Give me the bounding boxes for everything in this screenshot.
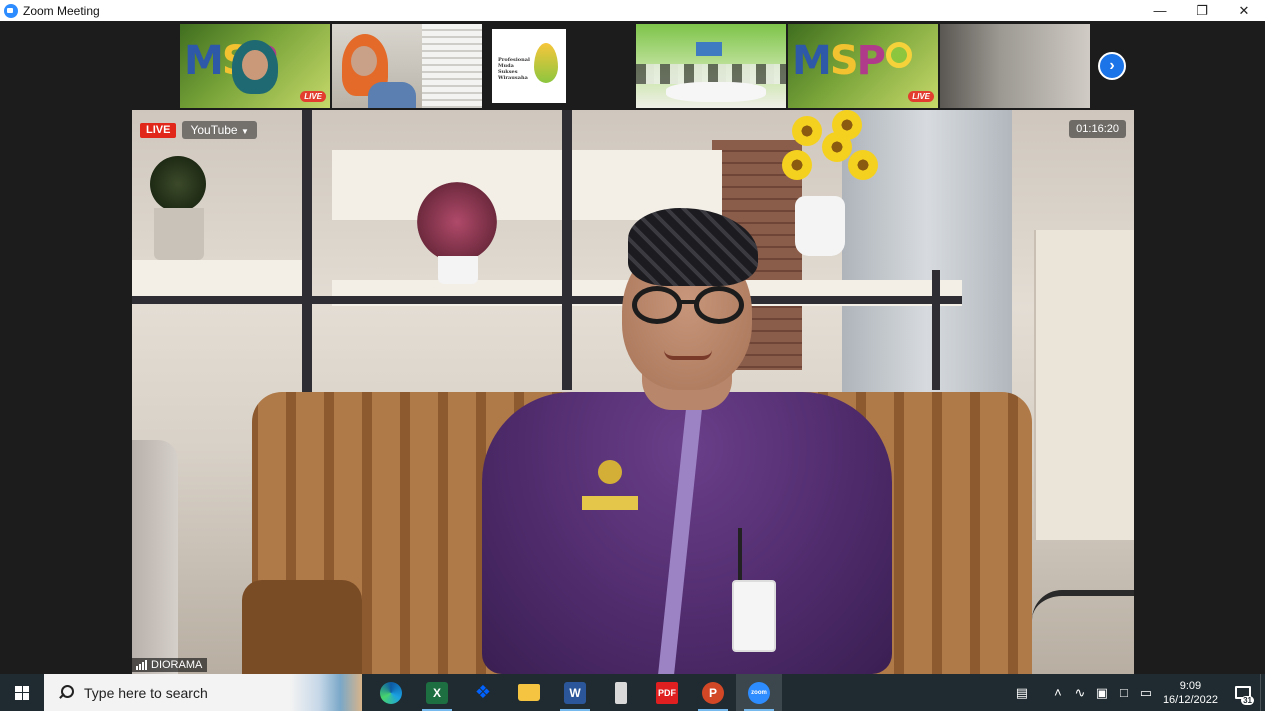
wifi-icon[interactable]: ∿: [1069, 682, 1091, 704]
participant-thumbnail[interactable]: MSP LIVE: [180, 24, 330, 108]
close-button[interactable]: ✕: [1223, 0, 1265, 21]
show-desktop-button[interactable]: [1260, 674, 1265, 711]
powerpoint-taskbar-button[interactable]: P: [690, 674, 736, 711]
adjacent-person: [132, 440, 178, 674]
cactus-plant: [150, 156, 206, 212]
leaf-logo-icon: [534, 43, 558, 83]
notification-center-button[interactable]: 31: [1228, 674, 1258, 711]
word-icon: W: [564, 681, 586, 704]
meeting-area: MSP LIVE Profesional Muda Sukses Wirausa…: [0, 21, 1265, 674]
participant-thumbnail[interactable]: Profesional Muda Sukses Wirausaha: [484, 24, 634, 108]
news-widget-icon[interactable]: ▤: [1011, 682, 1033, 704]
msp-logo-circle: [886, 42, 912, 68]
window-title: Zoom Meeting: [23, 3, 100, 18]
excel-icon: X: [426, 681, 448, 704]
pink-plant: [417, 182, 497, 262]
cabinet: [1034, 230, 1134, 540]
youtube-stream-dropdown[interactable]: YouTube ▼: [182, 121, 257, 139]
edge-icon: [380, 681, 402, 704]
participant-thumbnail[interactable]: [636, 24, 786, 108]
folder-icon: [518, 684, 540, 701]
shelf-frame: [932, 270, 940, 390]
speaker-name: DIORAMA: [151, 659, 203, 671]
window-blinds: [422, 24, 482, 108]
meeting-timer: 01:16:20: [1069, 120, 1126, 138]
zoom-taskbar-button[interactable]: zoom: [736, 674, 782, 711]
sunflowers: [772, 110, 882, 210]
windows-taskbar: X ❖ W PDF P zoom ▤ ˄ ∿ ▣ □ ▭ 9:09 16/12/…: [0, 674, 1265, 711]
program-logo: Profesional Muda Sukses Wirausaha: [492, 29, 566, 103]
system-clock[interactable]: 9:09 16/12/2022: [1163, 679, 1218, 707]
id-card: [732, 580, 776, 652]
main-speaker-video[interactable]: LIVE YouTube ▼ 01:16:20 DIORAMA: [132, 110, 1134, 674]
eyeglasses: [632, 286, 746, 326]
usb-taskbar-button[interactable]: [598, 674, 644, 711]
zoom-icon: zoom: [748, 681, 770, 704]
clock-time: 9:09: [1179, 679, 1202, 692]
start-button[interactable]: [0, 674, 44, 711]
live-badge: LIVE: [300, 91, 326, 102]
file-explorer-taskbar-button[interactable]: [506, 674, 552, 711]
sofa-arm: [242, 580, 362, 674]
participant-thumbnail-strip: MSP LIVE Profesional Muda Sukses Wirausa…: [180, 24, 1090, 108]
plant-pot: [438, 256, 478, 284]
speaker-smile: [664, 350, 712, 360]
participant-thumbnail[interactable]: [940, 24, 1090, 108]
minimize-button[interactable]: —: [1139, 0, 1181, 21]
dropbox-taskbar-button[interactable]: ❖: [460, 674, 506, 711]
emblem-pin: [598, 460, 622, 484]
next-page-button[interactable]: ›: [1098, 52, 1126, 80]
search-highlight-art: [290, 674, 362, 711]
pdf-icon: PDF: [656, 681, 678, 704]
shelf: [132, 260, 312, 296]
live-badge: LIVE: [908, 91, 934, 102]
windows-logo-icon: [15, 685, 29, 700]
shelf-frame: [132, 296, 962, 304]
pdf-taskbar-button[interactable]: PDF: [644, 674, 690, 711]
room-screen: [696, 42, 722, 56]
signal-strength-icon: [136, 660, 147, 670]
logo-text: Profesional Muda Sukses Wirausaha: [498, 57, 530, 81]
meeting-table: [666, 82, 766, 102]
live-stream-indicator[interactable]: LIVE YouTube ▼: [140, 121, 257, 139]
search-input[interactable]: [84, 684, 284, 701]
edge-taskbar-button[interactable]: [368, 674, 414, 711]
zoom-app-icon: [4, 3, 18, 18]
title-bar: Zoom Meeting — ❐ ✕: [0, 0, 1265, 21]
speaker-name-tag: DIORAMA: [132, 658, 208, 672]
notification-count: 31: [1241, 696, 1254, 705]
caret-down-icon: ▼: [240, 127, 249, 136]
battery-icon[interactable]: ▭: [1135, 682, 1157, 704]
lanyard: [738, 528, 742, 584]
usb-drive-icon: [615, 681, 627, 704]
participant-thumbnail[interactable]: MSP LIVE: [788, 24, 938, 108]
clock-date: 16/12/2022: [1162, 693, 1218, 706]
stream-label: YouTube: [190, 123, 238, 137]
flower-vase: [795, 196, 845, 256]
chair-arm: [1032, 590, 1134, 620]
chevron-up-icon[interactable]: ˄: [1047, 682, 1069, 704]
dropbox-icon: ❖: [474, 682, 492, 702]
live-label: LIVE: [140, 122, 177, 138]
participant-face: [242, 50, 268, 80]
powerpoint-icon: P: [702, 681, 724, 704]
excel-taskbar-button[interactable]: X: [414, 674, 460, 711]
plant-pot: [154, 208, 204, 260]
participant-face: [351, 46, 377, 76]
taskbar-search[interactable]: [44, 674, 362, 711]
camera-icon[interactable]: ▣: [1091, 682, 1113, 704]
restore-button[interactable]: ❐: [1181, 0, 1223, 21]
msp-banner-text: MSP: [792, 38, 886, 84]
system-tray: ▤ ˄ ∿ ▣ □ ▭ 9:09 16/12/2022 31: [1011, 674, 1265, 711]
participant-thumbnail[interactable]: [332, 24, 482, 108]
window-controls: — ❐ ✕: [1139, 0, 1265, 21]
search-icon: [56, 683, 76, 703]
word-taskbar-button[interactable]: W: [552, 674, 598, 711]
taskbar-apps: X ❖ W PDF P zoom: [368, 674, 782, 711]
room-participants: [636, 64, 786, 84]
participant-body: [368, 82, 416, 108]
speaker-icon[interactable]: □: [1113, 682, 1135, 704]
shelf-frame: [562, 110, 572, 390]
name-badge: [582, 496, 638, 510]
